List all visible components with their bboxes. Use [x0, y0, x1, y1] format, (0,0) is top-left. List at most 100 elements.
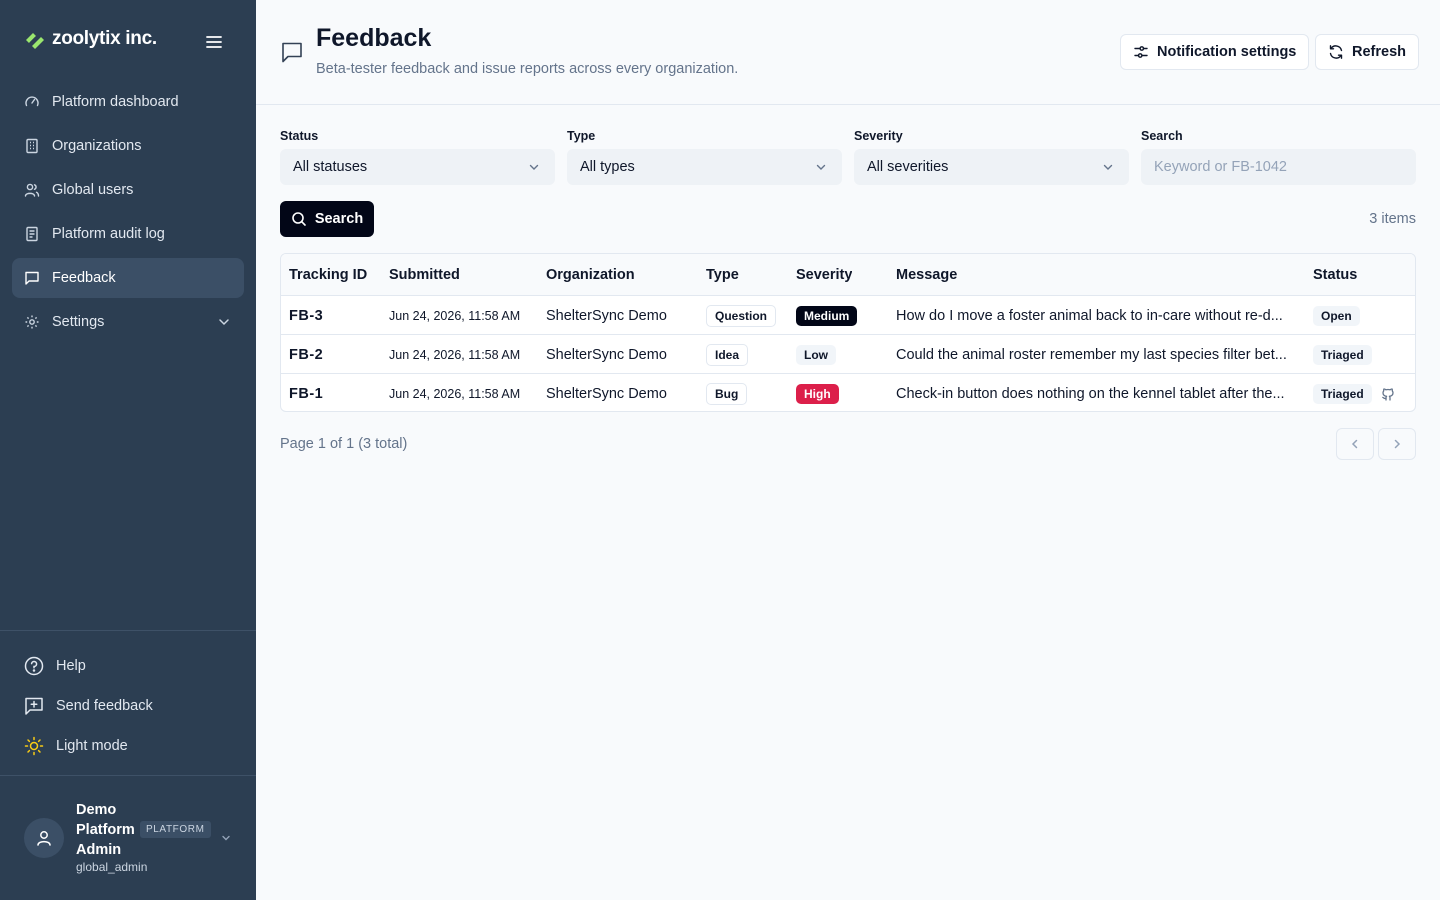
file-icon [26, 226, 38, 242]
type-filter-value: All types [580, 159, 635, 175]
table-row[interactable]: FB-1 Jun 24, 2026, 11:58 AM ShelterSync … [281, 373, 1415, 411]
sidebar-item-label: Organizations [52, 138, 142, 154]
submitted-date: Jun 24, 2026, 11:58 AM [389, 308, 521, 323]
items-count: 3 items [1369, 211, 1416, 227]
table-header: Tracking ID Submitted Organization Type … [281, 254, 1415, 295]
sidebar-item-label: Platform audit log [52, 226, 165, 242]
sliders-icon [1134, 46, 1148, 58]
tracking-id: FB-3 [289, 307, 324, 324]
chevron-down-icon [219, 319, 229, 326]
column-header-message[interactable]: Message [896, 254, 957, 295]
send-feedback-button[interactable]: Send feedback [24, 686, 232, 726]
status-badge: Open [1313, 305, 1360, 326]
users-icon [24, 183, 40, 197]
platform-badge: PLATFORM [140, 821, 211, 838]
tracking-id: FB-2 [289, 346, 324, 363]
tracking-id: FB-1 [289, 385, 324, 402]
message-text: How do I move a foster animal back to in… [896, 307, 1283, 324]
chevron-down-icon [222, 835, 230, 841]
column-header-organization[interactable]: Organization [546, 254, 635, 295]
main-content: Feedback Beta-tester feedback and issue … [256, 0, 1440, 900]
leaf-logo-icon [26, 33, 44, 49]
chevron-down-icon [529, 164, 539, 170]
organization-name: ShelterSync Demo [546, 385, 667, 402]
help-link[interactable]: Help [24, 646, 232, 686]
sidebar-item-label: Feedback [52, 270, 116, 286]
column-header-status[interactable]: Status [1313, 254, 1357, 295]
message-text: Could the animal roster remember my last… [896, 346, 1287, 363]
chevron-down-icon [816, 164, 826, 170]
column-header-submitted[interactable]: Submitted [389, 254, 460, 295]
notification-settings-button[interactable]: Notification settings [1120, 34, 1310, 70]
column-header-severity[interactable]: Severity [796, 254, 852, 295]
brand[interactable]: zoolytix inc. [24, 28, 157, 50]
sidebar-item-global-users[interactable]: Global users [12, 170, 244, 210]
github-icon[interactable] [1380, 386, 1396, 402]
type-filter-select[interactable]: All types [567, 149, 842, 185]
type-badge: Bug [706, 382, 748, 405]
sidebar-item-label: Global users [52, 182, 134, 198]
column-header-type[interactable]: Type [706, 254, 739, 295]
send-feedback-label: Send feedback [56, 698, 153, 714]
user-menu[interactable]: Demo Platform Admin PLATFORM global_admi… [24, 800, 236, 880]
sidebar-item-organizations[interactable]: Organizations [12, 126, 244, 166]
chevron-right-icon [1394, 439, 1401, 449]
chevron-left-icon [1351, 439, 1358, 449]
page-title: Feedback [316, 24, 432, 52]
user-role: global_admin [76, 860, 148, 874]
sun-icon [24, 736, 44, 756]
avatar [24, 818, 64, 858]
sidebar: zoolytix inc. Platform dashboard Organiz… [0, 0, 256, 900]
sidebar-item-settings[interactable]: Settings [12, 302, 244, 342]
submitted-date: Jun 24, 2026, 11:58 AM [389, 347, 521, 362]
type-filter-label: Type [567, 129, 596, 143]
help-label: Help [56, 658, 86, 674]
sidebar-item-feedback[interactable]: Feedback [12, 258, 244, 298]
sidebar-divider [0, 630, 256, 631]
status-filter-value: All statuses [293, 159, 368, 175]
column-header-tracking-id[interactable]: Tracking ID [289, 254, 367, 295]
status-filter-select[interactable]: All statuses [280, 149, 555, 185]
message-square-icon [25, 271, 39, 285]
refresh-button[interactable]: Refresh [1315, 34, 1419, 70]
search-button-label: Search [314, 211, 364, 227]
status-filter-label: Status [280, 129, 319, 143]
search-filter-label: Search [1141, 129, 1183, 143]
status-badge: Triaged [1313, 383, 1372, 404]
severity-filter-select[interactable]: All severities [854, 149, 1129, 185]
next-page-button[interactable] [1378, 428, 1416, 460]
search-input[interactable] [1141, 149, 1416, 185]
page-subtitle: Beta-tester feedback and issue reports a… [316, 61, 739, 77]
refresh-label: Refresh [1352, 44, 1406, 60]
table-row[interactable]: FB-2 Jun 24, 2026, 11:58 AM ShelterSync … [281, 334, 1415, 373]
severity-badge: Low [796, 344, 836, 365]
severity-filter-value: All severities [867, 159, 949, 175]
menu-icon[interactable] [204, 32, 224, 52]
building-icon [26, 138, 38, 154]
table-row[interactable]: FB-3 Jun 24, 2026, 11:58 AM ShelterSync … [281, 295, 1415, 334]
feedback-table: Tracking ID Submitted Organization Type … [280, 253, 1416, 412]
sidebar-nav: Platform dashboard Organizations Global … [12, 82, 244, 346]
type-badge: Idea [706, 343, 749, 366]
submitted-date: Jun 24, 2026, 11:58 AM [389, 386, 521, 401]
refresh-icon [1329, 45, 1343, 59]
previous-page-button[interactable] [1336, 428, 1374, 460]
sidebar-item-platform-audit-log[interactable]: Platform audit log [12, 214, 244, 254]
search-button[interactable]: Search [280, 201, 374, 237]
type-badge: Question [706, 304, 777, 327]
organization-name: ShelterSync Demo [546, 346, 667, 363]
user-icon [37, 831, 51, 846]
help-circle-icon [24, 656, 44, 676]
light-mode-toggle[interactable]: Light mode [24, 726, 232, 766]
sidebar-item-label: Settings [52, 314, 105, 330]
chevron-down-icon [1103, 164, 1113, 170]
severity-badge: High [796, 383, 839, 404]
notification-settings-label: Notification settings [1157, 44, 1297, 60]
sidebar-bottom-nav: Help Send feedback Light mode [24, 646, 232, 766]
gauge-icon [25, 96, 39, 107]
light-mode-label: Light mode [56, 738, 128, 754]
sidebar-item-platform-dashboard[interactable]: Platform dashboard [12, 82, 244, 122]
organization-name: ShelterSync Demo [546, 307, 667, 324]
gear-icon [25, 315, 39, 329]
status-badge: Triaged [1313, 344, 1372, 365]
